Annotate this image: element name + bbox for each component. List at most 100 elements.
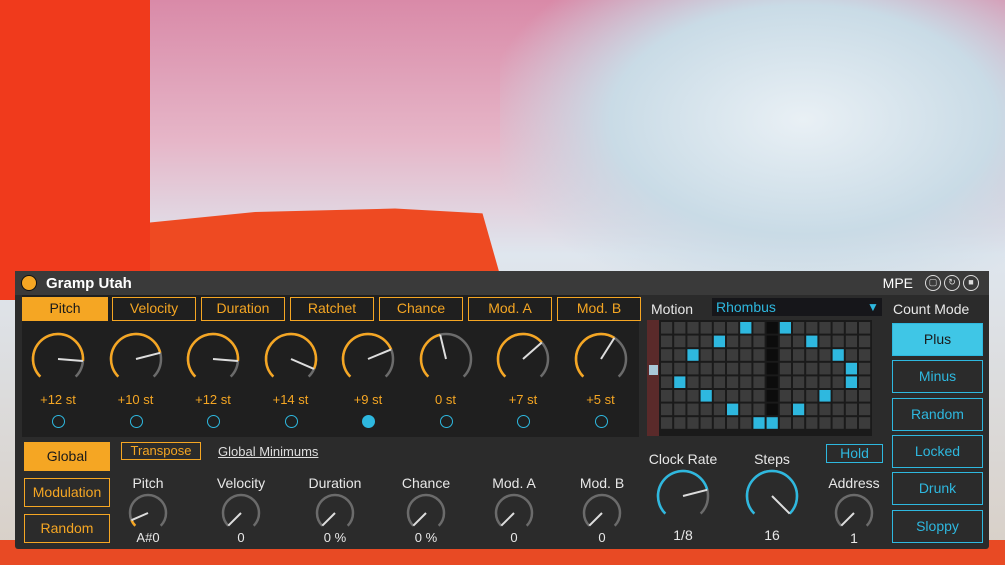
param-knob-dial[interactable] xyxy=(126,491,170,535)
step-indicator[interactable] xyxy=(439,415,453,428)
step-knob[interactable] xyxy=(494,330,552,393)
grid-cell xyxy=(793,349,805,361)
grid-cell xyxy=(661,403,673,416)
step-indicator[interactable] xyxy=(207,415,220,428)
step-knob[interactable] xyxy=(29,330,87,393)
tab-duration[interactable]: Duration xyxy=(201,297,285,321)
grid-cell xyxy=(687,362,699,375)
step-knob[interactable] xyxy=(417,330,475,393)
param-knob-dial[interactable] xyxy=(492,491,536,535)
grid-cell xyxy=(661,349,673,361)
grid-cell xyxy=(753,376,765,388)
param-knob-dial[interactable] xyxy=(404,491,448,535)
param-knob-dial[interactable] xyxy=(219,491,263,535)
motion-dropdown[interactable]: Rhombus xyxy=(712,298,882,316)
grid-cell xyxy=(779,322,791,334)
step-knob[interactable] xyxy=(107,330,165,393)
tab-mod-b[interactable]: Mod. B xyxy=(557,297,641,321)
save-icon[interactable]: ■ xyxy=(963,275,979,291)
hold-button[interactable]: Hold xyxy=(826,444,883,463)
grid-cell xyxy=(859,335,871,348)
knob-pointer xyxy=(599,337,615,360)
clock-knob[interactable] xyxy=(743,467,801,530)
knob-fill xyxy=(264,332,317,378)
count-mode-locked[interactable]: Locked xyxy=(892,434,983,468)
param-value: 0 xyxy=(237,530,245,545)
clock-knob-dial[interactable] xyxy=(832,491,876,535)
step-knob-dial[interactable] xyxy=(494,330,552,388)
knob-pointer xyxy=(412,512,427,527)
dropdown-arrow-icon[interactable]: ▼ xyxy=(867,300,879,314)
grid-cell xyxy=(819,376,831,388)
grid-cell xyxy=(819,322,831,334)
count-mode-plus[interactable]: Plus xyxy=(892,323,983,356)
tab-ratchet[interactable]: Ratchet xyxy=(290,297,374,321)
step-knob-dial[interactable] xyxy=(184,330,242,388)
knob-track xyxy=(128,493,168,527)
global-minimums-link[interactable]: Global Minimums xyxy=(218,444,318,459)
param-label: Duration xyxy=(308,475,362,491)
grid-cell xyxy=(713,417,725,429)
grid-cell xyxy=(766,335,778,348)
layout-icon[interactable]: ▢ xyxy=(925,275,941,291)
tab-chance[interactable]: Chance xyxy=(379,297,463,321)
grid-cell xyxy=(700,349,712,361)
step-knob[interactable] xyxy=(184,330,242,393)
param-knob-dial[interactable] xyxy=(580,491,624,535)
step-knob-dial[interactable] xyxy=(417,330,475,388)
grid-cell xyxy=(845,417,857,429)
step-indicator[interactable] xyxy=(52,415,65,428)
grid-cell xyxy=(793,403,805,416)
step-knob-dial[interactable] xyxy=(339,330,397,388)
step-indicator[interactable] xyxy=(594,415,608,428)
step-knob-dial[interactable] xyxy=(29,330,87,388)
knob-fill xyxy=(31,332,85,378)
step-knob-dial[interactable] xyxy=(107,330,165,388)
grid-cell xyxy=(779,417,791,429)
knob-fill xyxy=(496,332,543,378)
grid-cell xyxy=(740,362,752,375)
step-knob-dial[interactable] xyxy=(572,330,630,388)
step-knob-dial[interactable] xyxy=(262,330,320,388)
count-mode-minus[interactable]: Minus xyxy=(892,360,983,394)
motion-label: Motion xyxy=(651,301,694,317)
motion-grid[interactable] xyxy=(647,320,872,436)
power-button[interactable] xyxy=(21,275,37,291)
step-knob[interactable] xyxy=(339,330,397,393)
step-knob[interactable] xyxy=(572,330,630,393)
param-knob-dial[interactable] xyxy=(313,491,357,535)
param-label: Mod. B xyxy=(579,475,625,491)
tab-pitch[interactable]: Pitch xyxy=(22,297,108,321)
step-knob[interactable] xyxy=(262,330,320,393)
count-mode-random[interactable]: Random xyxy=(892,397,983,431)
count-mode-sloppy[interactable]: Sloppy xyxy=(892,509,983,543)
knob-track xyxy=(406,493,446,527)
step-indicator[interactable] xyxy=(517,415,530,428)
knob-pointer xyxy=(321,512,336,527)
tab-mod-a[interactable]: Mod. A xyxy=(468,297,552,321)
grid-cell xyxy=(845,403,857,416)
clock-label: Address xyxy=(828,475,880,491)
side-button-modulation[interactable]: Modulation xyxy=(24,478,110,507)
step-indicator[interactable] xyxy=(129,415,143,428)
clock-knob-dial[interactable] xyxy=(654,467,712,525)
grid-cell xyxy=(766,390,778,402)
device-titlebar[interactable]: Gramp Utah MPE ▢ ↻ ■ xyxy=(15,271,989,295)
knob-pointer xyxy=(227,512,242,527)
tab-velocity[interactable]: Velocity xyxy=(112,297,196,321)
transpose-button[interactable]: Transpose xyxy=(121,442,201,460)
knob-track xyxy=(582,493,622,527)
grid-cell xyxy=(700,390,712,402)
param-value: A#0 xyxy=(136,530,160,545)
step-indicator[interactable] xyxy=(362,415,375,428)
clock-knob-dial[interactable] xyxy=(743,467,801,525)
refresh-icon[interactable]: ↻ xyxy=(944,275,960,291)
grid-cell xyxy=(806,335,818,348)
grid-cell xyxy=(806,322,818,334)
step-indicator[interactable] xyxy=(284,415,298,428)
clock-knob[interactable] xyxy=(654,467,712,530)
param-label: Chance xyxy=(401,475,451,491)
side-button-random[interactable]: Random xyxy=(24,514,110,543)
count-mode-drunk[interactable]: Drunk xyxy=(892,472,983,506)
side-button-global[interactable]: Global xyxy=(24,442,110,471)
